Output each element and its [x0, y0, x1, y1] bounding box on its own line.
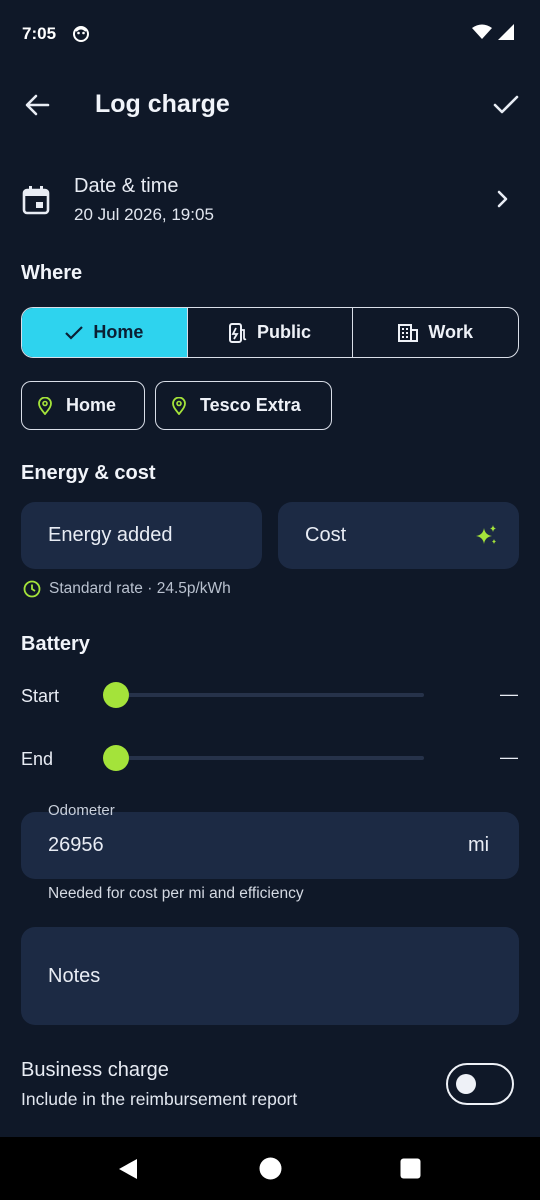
battery-heading: Battery — [21, 633, 90, 655]
app-notification-icon — [72, 25, 90, 43]
location-type-selector: Home Public Work — [21, 307, 519, 358]
odometer-unit: mi — [468, 834, 490, 856]
rate-note: Standard rate · 24.5p/kWh — [23, 580, 231, 598]
where-heading: Where — [21, 262, 83, 284]
segment-public[interactable]: Public — [186, 308, 353, 357]
segment-public-label: Public — [257, 322, 312, 342]
nav-recents-button[interactable] — [400, 1158, 421, 1179]
battery-end-slider[interactable] — [116, 756, 424, 760]
chevron-right-icon — [495, 190, 509, 208]
square-recents-icon — [400, 1158, 421, 1179]
ev-station-icon — [229, 322, 247, 343]
battery-start-slider-thumb[interactable] — [103, 682, 129, 708]
location-pin-icon — [38, 396, 52, 415]
back-button[interactable] — [22, 90, 52, 120]
notes-field[interactable]: Notes — [21, 927, 519, 1025]
odometer-helper-text: Needed for cost per mi and efficiency — [48, 885, 304, 902]
battery-end-label: End — [21, 749, 54, 769]
segment-home[interactable]: Home — [22, 308, 187, 357]
check-icon — [493, 95, 519, 114]
odometer-field[interactable]: 26956 mi — [21, 812, 519, 879]
wifi-icon — [472, 24, 492, 40]
odometer-label: Odometer — [48, 802, 115, 819]
date-time-value: 20 Jul 2026, 19:05 — [74, 205, 214, 224]
toggle-knob — [456, 1074, 476, 1094]
energy-added-field[interactable]: Energy added — [21, 502, 262, 569]
business-charge-title: Business charge — [21, 1059, 169, 1081]
location-chip-label: Tesco Extra — [200, 395, 301, 415]
calendar-icon — [22, 185, 50, 215]
odometer-value: 26956 — [48, 834, 104, 856]
arrow-back-icon — [25, 94, 50, 116]
segment-work-label: Work — [428, 322, 474, 342]
segment-work[interactable]: Work — [352, 308, 518, 357]
location-chip-label: Home — [66, 395, 117, 415]
nav-home-button[interactable] — [259, 1157, 282, 1180]
date-time-row[interactable] — [0, 160, 540, 240]
location-chip-home[interactable]: Home — [21, 381, 145, 430]
battery-start-label: Start — [21, 686, 60, 706]
cost-field[interactable]: Cost — [278, 502, 519, 569]
energy-added-placeholder: Energy added — [48, 524, 173, 546]
save-button[interactable] — [490, 90, 522, 120]
building-icon — [398, 323, 419, 342]
circle-home-icon — [259, 1157, 282, 1180]
location-pin-icon — [172, 396, 186, 415]
energy-cost-heading: Energy & cost — [21, 462, 156, 484]
notes-placeholder: Notes — [48, 965, 101, 987]
battery-start-value: — — [500, 684, 518, 704]
business-charge-toggle[interactable] — [446, 1063, 514, 1105]
triangle-back-icon — [119, 1159, 137, 1179]
rate-note-text: Standard rate · 24.5p/kWh — [49, 580, 231, 597]
status-time: 7:05 — [22, 24, 57, 43]
segment-home-label: Home — [93, 322, 144, 342]
check-icon — [65, 325, 84, 340]
clock-icon — [23, 580, 41, 598]
location-chip-tesco-extra[interactable]: Tesco Extra — [155, 381, 332, 430]
battery-start-slider[interactable] — [116, 693, 424, 697]
battery-end-value: — — [500, 747, 518, 767]
page-title: Log charge — [95, 90, 230, 118]
business-charge-subtitle: Include in the reimbursement report — [21, 1089, 298, 1109]
auto-fill-sparkle-icon[interactable] — [475, 524, 499, 548]
status-indicators — [472, 24, 514, 40]
nav-back-button[interactable] — [117, 1157, 139, 1181]
date-time-label: Date & time — [74, 175, 179, 197]
battery-end-slider-thumb[interactable] — [103, 745, 129, 771]
signal-icon — [498, 24, 514, 40]
cost-placeholder: Cost — [305, 524, 347, 546]
